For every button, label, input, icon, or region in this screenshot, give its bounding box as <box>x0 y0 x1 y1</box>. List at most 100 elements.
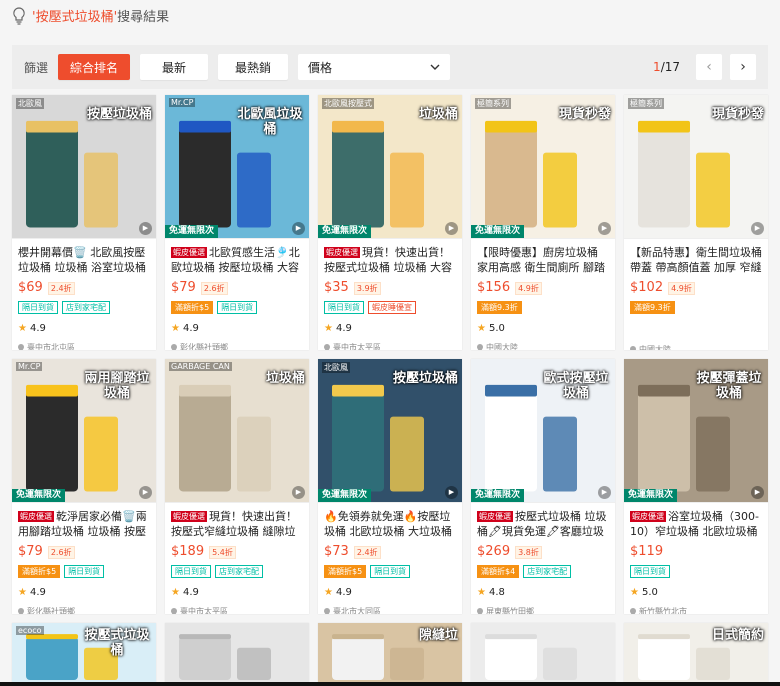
product-image[interactable] <box>471 623 615 685</box>
product-card[interactable]: 現貨秒發 極簡系列免運無限次 ▶ 【限時優惠】廚房垃圾桶 家用高感 衛生間廁所 腳踏式… <box>471 95 615 350</box>
service-tags: 滿額9.3折 <box>630 301 762 314</box>
shop-location: 新竹縣竹北市 <box>630 606 762 614</box>
product-image[interactable]: 垃圾桶 北歐風按壓式 免運無限次 ▶ <box>318 95 462 239</box>
rating-value: 4.9 <box>29 587 46 598</box>
sort-latest-button[interactable]: 最新 <box>140 54 209 80</box>
product-title[interactable]: 蝦皮優選 浴室垃圾桶（300-10）窄垃圾桶 北歐垃圾桶 <box>630 509 762 539</box>
product-title[interactable]: 蝦皮優選現貨！快速出貨！按壓式窄縫垃圾桶 縫隙垃圾桶 <box>171 509 303 539</box>
image-brand-text: GARBAGE CAN <box>169 362 232 371</box>
service-tag: 隔日到貨 <box>217 301 258 314</box>
product-price: $189 <box>171 544 205 559</box>
product-image[interactable] <box>165 623 309 685</box>
sort-top-sales-button[interactable]: 最熱銷 <box>218 54 289 80</box>
free-shipping-tag: 免運無限次 <box>318 225 372 238</box>
shop-location: 中國大陸 <box>630 344 762 350</box>
product-image[interactable]: 現貨秒發 極簡系列 免運無限次 ▶ <box>471 95 615 239</box>
product-image[interactable]: 按壓彈蓋垃圾桶 免運無限次 ▶ <box>624 359 768 503</box>
star-icon: ★ <box>477 323 486 334</box>
service-tag: 滿額折$5 <box>171 301 214 314</box>
product-card[interactable]: 按壓彈蓋垃圾桶 免運無限次 ▶ 蝦皮優選 浴室垃圾桶（300-10）窄垃圾桶 北歐垃圾桶… <box>624 359 768 614</box>
product-image[interactable]: 按壓垃圾桶 北歐風 免運無限次 ▶ <box>318 359 462 503</box>
service-tags: 隔日到貨 店到家宅配 <box>18 301 150 314</box>
service-tags: 隔日到貨 <box>630 565 762 578</box>
product-card[interactable]: 隙縫垃 <box>318 623 462 685</box>
shop-location: 臺中市太平區 <box>324 342 456 350</box>
product-photo <box>471 623 615 685</box>
video-play-icon: ▶ <box>751 486 764 499</box>
image-overlay-text: 日式簡約 <box>711 627 764 643</box>
prev-page-button[interactable]: ‹ <box>696 54 722 80</box>
rating <box>630 323 762 336</box>
image-overlay-text: 歐式按壓垃圾桶 <box>543 370 609 401</box>
image-overlay-text: 隙縫垃 <box>418 627 458 643</box>
product-image[interactable]: 兩用腳踏垃圾桶 Mr.CP 免運無限次 ▶ <box>12 359 156 503</box>
product-card[interactable]: 日式簡約 <box>624 623 768 685</box>
service-tags: 滿額9.3折 <box>477 301 609 314</box>
product-card[interactable] <box>471 623 615 685</box>
product-card[interactable]: 北歐風垃圾桶 Mr.CP 免運無限次 ▶ 蝦皮優選 北歐質感生活🎐北歐垃圾桶 按壓垃圾桶 … <box>165 95 309 350</box>
rating-value: 4.9 <box>29 323 46 334</box>
service-tags: 隔日到貨 店到家宅配 <box>171 565 303 578</box>
next-page-button[interactable]: › <box>730 54 756 80</box>
image-overlay-text: 按壓垃圾桶 <box>86 106 152 122</box>
product-price: $69 <box>18 280 43 295</box>
product-card[interactable]: 按壓垃圾桶 北歐風 ▶ 櫻井開幕價🗑️ 北歐風按壓垃圾桶 垃圾桶 浴室垃圾桶 $69 2.… <box>12 95 156 350</box>
product-title[interactable]: 蝦皮優選乾淨居家必備🗑️兩用腳踏垃圾桶 垃圾桶 按壓式 <box>18 509 150 539</box>
video-play-icon: ▶ <box>139 222 152 235</box>
location-text: 臺中市北屯區 <box>27 343 75 350</box>
product-image[interactable]: 歐式按壓垃圾桶 免運無限次 ▶ <box>471 359 615 503</box>
product-image[interactable]: 按壓式垃圾桶 ecoco <box>12 623 156 685</box>
product-card[interactable]: 垃圾桶 GARBAGE CAN ▶ 蝦皮優選現貨！快速出貨！按壓式窄縫垃圾桶 縫隙垃圾… <box>165 359 309 614</box>
video-play-icon: ▶ <box>445 222 458 235</box>
discount-badge: 5.4折 <box>209 546 236 559</box>
image-overlay-text: 按壓彈蓋垃圾桶 <box>696 370 762 401</box>
product-card[interactable]: 按壓垃圾桶 北歐風 免運無限次 ▶ 🔥免領券就免運🔥按壓垃圾桶 北歐垃圾桶 大垃圾桶 $7… <box>318 359 462 614</box>
service-tag: 店到家宅配 <box>523 565 572 578</box>
product-title-text: 【限時優惠】廚房垃圾桶 家用高感 衛生間廁所 腳踏式 <box>477 246 605 274</box>
shop-location: 中國大陸 <box>477 342 609 350</box>
product-card[interactable]: 垃圾桶 北歐風按壓式 免運無限次 ▶ 蝦皮優選 現貨！快速出貨！按壓式垃圾桶 垃圾桶 大容… <box>318 95 462 350</box>
discount-badge: 3.9折 <box>353 282 381 295</box>
pager: 1/17 ‹ › <box>653 54 756 80</box>
product-card[interactable]: 現貨秒發 極簡系列 ▶ 【新品特惠】衛生間垃圾桶 帶蓋 帶高顏值蓋 加厚 窄縫 $102… <box>624 95 768 350</box>
sort-relevance-button[interactable]: 綜合排名 <box>58 54 131 80</box>
product-title[interactable]: 蝦皮優選現貨！快速出貨！按壓式垃圾桶 垃圾桶 大容量 <box>324 245 456 275</box>
product-title[interactable]: 蝦皮優選北歐質感生活🎐北歐垃圾桶 按壓垃圾桶 大容量 <box>171 245 303 275</box>
shop-location: 臺北市大同區 <box>324 606 456 614</box>
price-sort-select[interactable]: 價格 <box>298 54 451 80</box>
price-row: $69 2.4折 <box>18 280 150 295</box>
product-card[interactable] <box>165 623 309 685</box>
product-card[interactable]: 兩用腳踏垃圾桶 Mr.CP 免運無限次 ▶ 蝦皮優選 乾淨居家必備🗑️兩用腳踏垃圾桶 垃圾… <box>12 359 156 614</box>
service-tag: 蝦皮睡優宣 <box>368 301 416 314</box>
product-image[interactable]: 隙縫垃 <box>318 623 462 685</box>
product-card[interactable]: 歐式按壓垃圾桶免運無限次 ▶ 蝦皮優選按壓式垃圾桶 垃圾桶🖊現貨免運🖊客廳垃圾桶 $2… <box>471 359 615 614</box>
product-price: $156 <box>477 280 511 295</box>
location-pin-icon <box>477 607 483 614</box>
image-brand-text: 北歐風按壓式 <box>322 98 374 109</box>
product-image[interactable]: 日式簡約 <box>624 623 768 685</box>
product-title[interactable]: 櫻井開幕價🗑️ 北歐風按壓垃圾桶 垃圾桶 浴室垃圾桶 <box>18 245 150 275</box>
location-pin-icon <box>324 607 330 614</box>
product-title[interactable]: 🔥免領券就免運🔥按壓垃圾桶 北歐垃圾桶 大垃圾桶 <box>324 509 456 539</box>
image-brand-text: 北歐風 <box>322 362 350 373</box>
rating-value: 4.9 <box>335 323 352 334</box>
product-image[interactable]: 現貨秒發 極簡系列 ▶ <box>624 95 768 239</box>
rating: ★ 4.9 <box>171 587 303 598</box>
product-price: $119 <box>630 544 664 559</box>
product-image[interactable]: 垃圾桶 GARBAGE CAN ▶ <box>165 359 309 503</box>
preferred-badge: 蝦皮優選 <box>171 247 207 258</box>
sort-bar: 篩選 綜合排名 最新 最熱銷 價格 1/17 ‹ › <box>12 45 768 89</box>
product-image[interactable]: 按壓垃圾桶 北歐風 ▶ <box>12 95 156 239</box>
product-title[interactable]: 蝦皮優選按壓式垃圾桶 垃圾桶🖊現貨免運🖊客廳垃圾桶 <box>477 509 609 539</box>
product-info: 蝦皮優選現貨！快速出貨！按壓式窄縫垃圾桶 縫隙垃圾桶 $189 5.4折隔日到貨店到… <box>165 503 309 614</box>
product-title[interactable]: 【新品特惠】衛生間垃圾桶 帶蓋 帶高顏值蓋 加厚 窄縫 <box>630 245 762 275</box>
image-brand-text: 極簡系列 <box>628 98 664 109</box>
product-image[interactable]: 北歐風垃圾桶 Mr.CP 免運無限次 ▶ <box>165 95 309 239</box>
service-tag: 隔日到貨 <box>324 301 364 314</box>
price-row: $119 <box>630 544 762 559</box>
product-card[interactable]: 按壓式垃圾桶 ecoco <box>12 623 156 685</box>
product-price: $102 <box>630 280 664 295</box>
product-title[interactable]: 【限時優惠】廚房垃圾桶 家用高感 衛生間廁所 腳踏式 <box>477 245 609 275</box>
location-text: 新竹縣竹北市 <box>639 607 687 614</box>
location-text: 臺中市太平區 <box>180 607 228 614</box>
